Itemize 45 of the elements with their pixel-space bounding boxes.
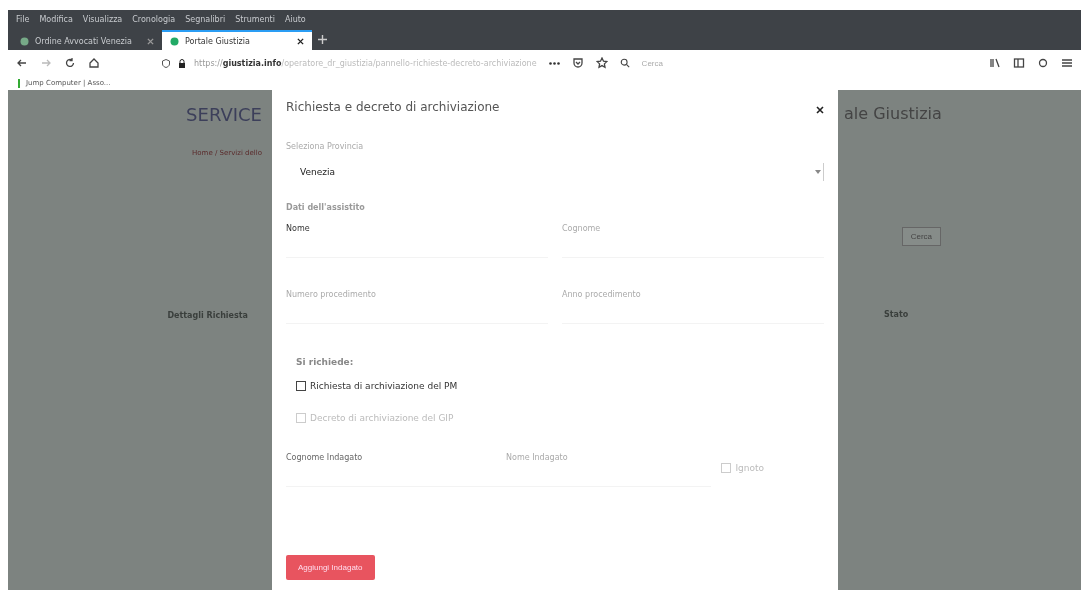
field-label: Cognome (562, 224, 602, 233)
checkbox-option[interactable]: Richiesta di archiviazione del PM (296, 381, 824, 391)
reload-icon[interactable] (64, 57, 76, 69)
field-label: Nome Indagato (506, 453, 569, 462)
search-field[interactable]: Cerca (639, 57, 724, 69)
more-icon[interactable] (548, 61, 560, 65)
close-icon[interactable] (297, 37, 304, 45)
browser-tab[interactable]: Portale Giustizia (162, 30, 312, 50)
new-tab-icon[interactable] (318, 35, 327, 44)
field-label: Anno procedimento (562, 290, 642, 299)
section-title: Si richiede: (296, 357, 354, 367)
back-icon[interactable] (16, 57, 28, 69)
menu-item[interactable]: Segnalibri (185, 14, 226, 24)
menu-item[interactable]: Cronologia (132, 14, 176, 24)
table-header: Dettagli Richiesta (167, 311, 248, 320)
sidebar-icon[interactable] (1013, 57, 1025, 69)
shield-icon (162, 58, 170, 68)
field-label: Cognome Indagato (286, 453, 364, 462)
close-icon[interactable] (816, 106, 824, 114)
pocket-icon[interactable] (571, 57, 584, 69)
lock-icon (178, 58, 186, 68)
star-icon[interactable] (595, 57, 608, 69)
modal-title: Richiesta e decreto di archiviazione (286, 100, 500, 114)
site-logo: SERVICE (186, 104, 262, 125)
field-label: Numero procedimento (286, 290, 377, 299)
menu-item[interactable]: Visualizza (82, 14, 123, 24)
menu-item[interactable]: Aiuto (284, 14, 306, 24)
menu-icon[interactable] (1061, 57, 1073, 69)
section-title: Dati dell'assistito (286, 203, 365, 212)
menu-item[interactable]: Strumenti (235, 14, 275, 24)
home-icon[interactable] (88, 57, 100, 69)
field-label: Nome (286, 224, 311, 233)
favicon-icon (170, 36, 179, 46)
menu-item[interactable]: Modifica (39, 14, 73, 24)
browser-tab[interactable]: Ordine Avvocati Venezia (12, 30, 162, 50)
address-field[interactable]: https://giustizia.info/operatore_dr_giustizia/pannello-richieste-decreto-archiviazione (162, 58, 537, 68)
search-icon[interactable] (619, 58, 630, 68)
field-label: Seleziona Provincia (286, 142, 364, 151)
page-title: ale Giustizia (844, 104, 943, 123)
menu-item[interactable]: File (16, 14, 30, 24)
library-icon[interactable] (989, 57, 1001, 69)
province-select[interactable]: Venezia (286, 163, 824, 181)
table-header: Stato (884, 310, 910, 319)
dropdown-icon (815, 170, 821, 174)
favicon-icon (20, 36, 29, 46)
